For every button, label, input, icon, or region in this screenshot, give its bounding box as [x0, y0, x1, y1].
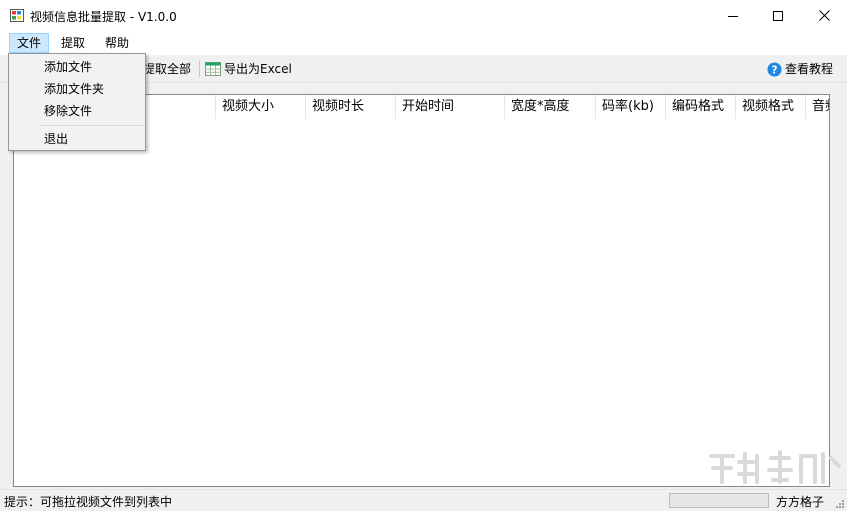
progress-bar	[669, 493, 769, 508]
menu-separator	[39, 125, 143, 126]
close-icon	[818, 10, 830, 21]
tutorial-button[interactable]: ? 查看教程	[767, 60, 833, 78]
video-list[interactable]: 视频大小 视频时长 开始时间 宽度*高度 码率(kb) 编码格式 视频格式 音频	[13, 94, 830, 487]
column-header-resolution[interactable]: 宽度*高度	[505, 95, 596, 119]
tutorial-label: 查看教程	[785, 62, 834, 76]
menu-exit[interactable]: 退出	[11, 128, 143, 150]
window-title: 视频信息批量提取 - V1.0.0	[30, 10, 177, 24]
file-menu-dropdown: 添加文件 添加文件夹 移除文件 退出	[8, 53, 146, 151]
column-header-format[interactable]: 视频格式	[736, 95, 806, 119]
menu-add-file[interactable]: 添加文件	[11, 56, 143, 78]
status-hint: 提示：可拖拉视频文件到列表中	[4, 495, 173, 509]
export-excel-button[interactable]: 导出为Excel	[205, 60, 292, 78]
close-button[interactable]	[801, 0, 847, 31]
column-header-bitrate[interactable]: 码率(kb)	[596, 95, 666, 119]
column-header-audio[interactable]: 音频	[806, 95, 829, 119]
menu-add-folder[interactable]: 添加文件夹	[11, 78, 143, 100]
column-header-duration[interactable]: 视频时长	[306, 95, 396, 119]
minimize-button[interactable]	[710, 0, 756, 31]
column-header-size[interactable]: 视频大小	[216, 95, 306, 119]
export-excel-label: 导出为Excel	[224, 62, 292, 76]
resize-grip-icon[interactable]	[835, 499, 845, 509]
help-circle-icon: ?	[767, 61, 782, 77]
extract-all-label: 提取全部	[143, 62, 192, 76]
menu-file[interactable]: 文件	[9, 33, 50, 53]
brand-label: 方方格子	[776, 495, 825, 509]
title-bar: 视频信息批量提取 - V1.0.0	[0, 0, 847, 31]
minimize-icon	[728, 15, 738, 17]
svg-text:?: ?	[772, 64, 778, 76]
status-bar: 提示：可拖拉视频文件到列表中 方方格子	[0, 489, 847, 511]
menu-bar: 文件 提取 帮助	[0, 31, 847, 55]
watermark-logo-icon	[709, 450, 841, 484]
toolbar-separator	[199, 61, 200, 77]
menu-extract[interactable]: 提取	[54, 33, 92, 53]
extract-all-button[interactable]: 提取全部	[143, 60, 191, 78]
column-header-start-time[interactable]: 开始时间	[396, 95, 505, 119]
menu-remove-file[interactable]: 移除文件	[11, 100, 143, 122]
column-header-codec[interactable]: 编码格式	[666, 95, 736, 119]
menu-help[interactable]: 帮助	[98, 33, 136, 53]
app-window-icon	[10, 9, 24, 22]
app-window: 视频信息批量提取 - V1.0.0 文件 提取 帮助 提取全部 导出为Excel…	[0, 0, 847, 511]
maximize-button[interactable]	[755, 0, 801, 31]
excel-icon	[205, 62, 221, 76]
maximize-icon	[773, 10, 783, 21]
